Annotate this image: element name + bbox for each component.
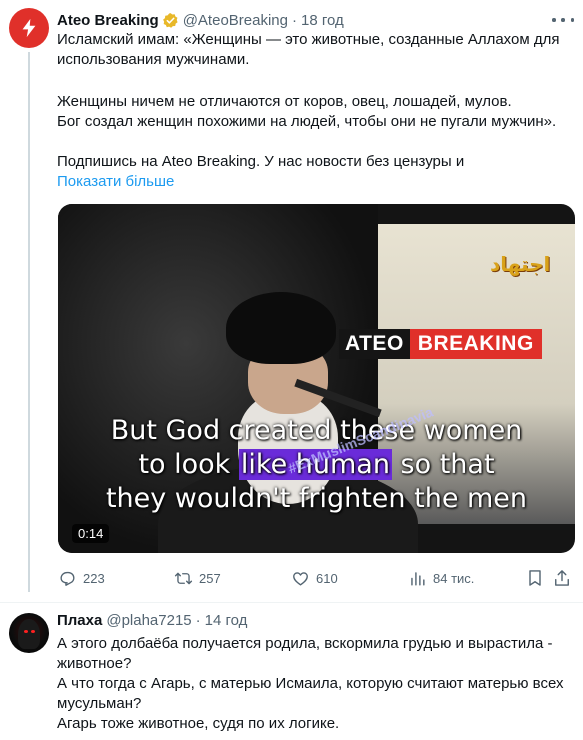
reply-button[interactable]: 223 bbox=[58, 566, 105, 590]
views-button[interactable]: 84 тис. bbox=[408, 566, 474, 590]
reply-header: Плаха @plaha7215 · 14 год bbox=[57, 610, 247, 630]
like-icon bbox=[293, 571, 308, 586]
reply-author-name[interactable]: Плаха bbox=[57, 612, 102, 629]
eye-shape bbox=[31, 630, 35, 633]
post-text-line: Подпишись на Ateo Breaking. У нас новост… bbox=[57, 153, 465, 170]
brand-breaking: BREAKING bbox=[409, 329, 542, 359]
reply-count: 223 bbox=[83, 570, 105, 586]
views-count: 84 тис. bbox=[433, 570, 475, 586]
post-time[interactable]: 18 год bbox=[301, 12, 344, 29]
reply-author-handle[interactable]: @plaha7215 bbox=[106, 612, 191, 629]
repost-button[interactable]: 257 bbox=[174, 566, 221, 590]
brand-ateo: ATEO bbox=[339, 329, 410, 359]
thread-line bbox=[28, 52, 30, 592]
like-button[interactable]: 610 bbox=[291, 566, 338, 590]
subtitle-part: to look bbox=[138, 449, 239, 480]
repost-count: 257 bbox=[199, 570, 221, 586]
post-text-line: Бог создал женщин похожими на людей, что… bbox=[57, 113, 557, 130]
post-header: Ateo Breaking @AteoBreaking · 18 год bbox=[57, 10, 344, 30]
subtitle-line: But God created these women bbox=[110, 415, 523, 446]
show-more-link[interactable]: Показати більше bbox=[57, 172, 174, 192]
reply-text-line: мусульман? bbox=[57, 695, 142, 712]
eye-shape bbox=[24, 630, 28, 633]
reply-time[interactable]: 14 год bbox=[205, 612, 248, 629]
header-separator: · bbox=[292, 11, 297, 29]
more-icon[interactable] bbox=[552, 12, 574, 28]
author-name[interactable]: Ateo Breaking bbox=[57, 12, 159, 29]
reply-text-line: А что тогда с Агарь, с матерью Исмаила, … bbox=[57, 675, 564, 692]
speaker-turban bbox=[226, 292, 336, 364]
verified-icon bbox=[162, 12, 178, 28]
reply-icon bbox=[60, 571, 75, 586]
post-text-line: Женщины ничем не отличаются от коров, ов… bbox=[57, 93, 512, 110]
reply-author-avatar[interactable] bbox=[9, 613, 49, 653]
like-count: 610 bbox=[316, 570, 338, 586]
subtitle-part: so that bbox=[391, 449, 495, 480]
author-handle[interactable]: @AteoBreaking bbox=[183, 12, 288, 29]
post-text-line: использования мужчинами. bbox=[57, 51, 250, 68]
subtitle-line: they wouldn't frighten the men bbox=[105, 483, 528, 514]
bookmark-icon[interactable] bbox=[525, 568, 545, 588]
reply-text: А этого долбаёба получается родила, вско… bbox=[57, 634, 577, 734]
post-actions: 223 257 610 84 тис. bbox=[58, 566, 575, 590]
reply-text-line: Агарь тоже животное, судя по их логике. bbox=[57, 715, 340, 732]
header-separator: · bbox=[195, 611, 201, 629]
author-avatar[interactable] bbox=[9, 8, 49, 48]
hood-shape bbox=[18, 619, 40, 649]
post-text-line: Исламский имам: «Женщины — это животные,… bbox=[57, 31, 560, 48]
video-duration: 0:14 bbox=[72, 524, 110, 543]
brand-banner: ATEO BREAKING bbox=[339, 329, 542, 359]
repost-icon bbox=[174, 572, 193, 584]
share-icon[interactable] bbox=[552, 568, 572, 588]
lightning-icon bbox=[22, 18, 36, 38]
main-post[interactable]: Ateo Breaking @AteoBreaking · 18 год Исл… bbox=[0, 0, 583, 603]
video-player[interactable]: اجتهاد ATEO BREAKING But God created the… bbox=[58, 204, 575, 553]
channel-logo: اجتهاد bbox=[490, 252, 551, 276]
views-icon bbox=[411, 571, 425, 586]
reply-text-line: А этого долбаёба получается родила, вско… bbox=[57, 635, 553, 652]
reply-text-line: животное? bbox=[57, 655, 132, 672]
